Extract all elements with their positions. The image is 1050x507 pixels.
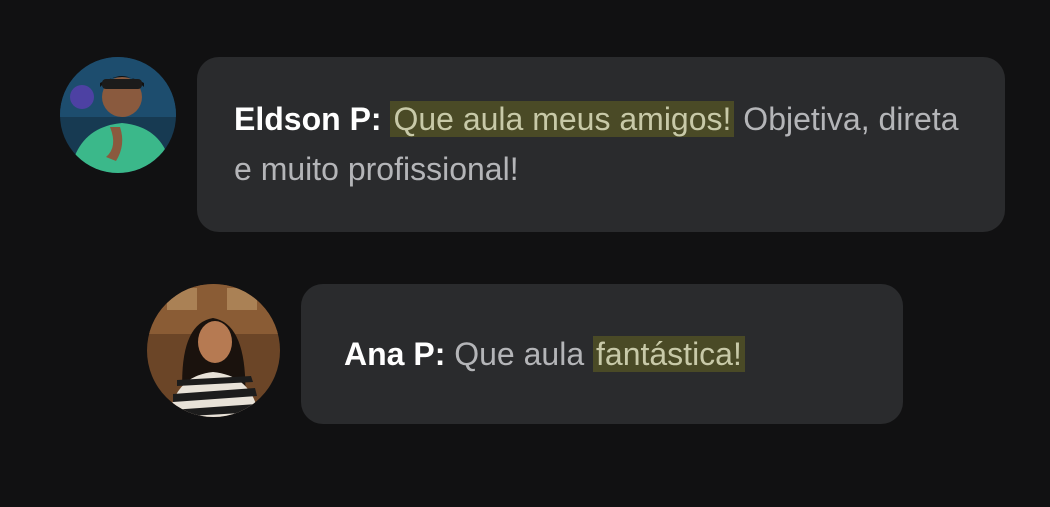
avatar-ana-image — [147, 284, 280, 417]
comment-text: Que aula — [454, 336, 593, 372]
testimonials-section: Eldson P: Que aula meus amigos! Objetiva… — [0, 0, 1050, 507]
comment-highlight: fantástica! — [593, 336, 745, 372]
avatar-eldson — [60, 57, 176, 173]
avatar-ana — [147, 284, 280, 417]
avatar-eldson-image — [60, 57, 176, 173]
comment-bubble-eldson: Eldson P: Que aula meus amigos! Objetiva… — [197, 57, 1005, 232]
comment-bubble-ana: Ana P: Que aula fantástica! — [301, 284, 903, 424]
comment-highlight: Que aula meus amigos! — [390, 101, 735, 137]
comment-author: Ana P: — [344, 336, 446, 372]
comment-author: Eldson P: — [234, 101, 382, 137]
